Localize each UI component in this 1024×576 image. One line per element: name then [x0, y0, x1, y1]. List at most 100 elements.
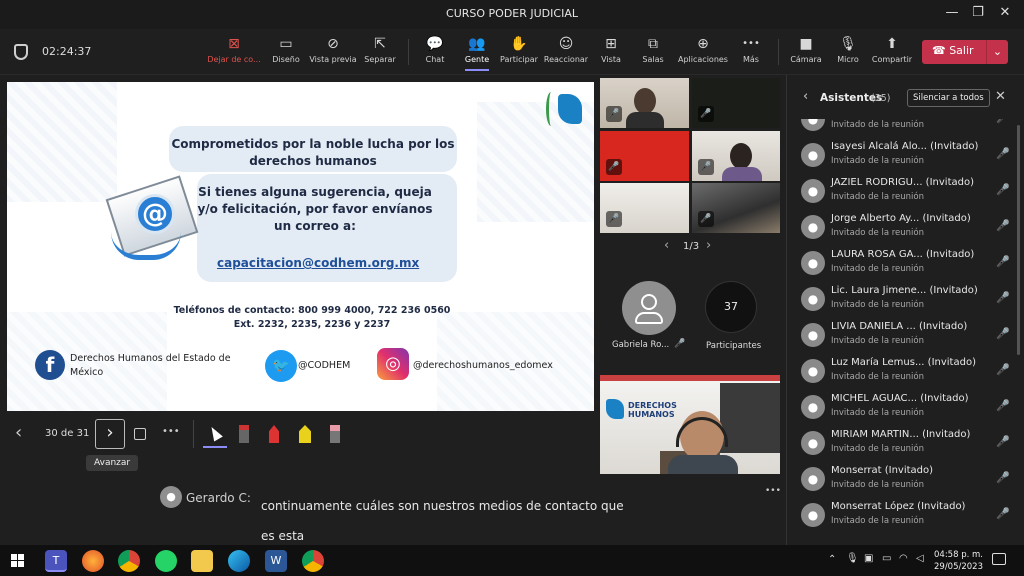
chat-button[interactable]: 💬 Chat [418, 33, 452, 64]
plus-icon: ⊕ [697, 36, 709, 52]
whatsapp-taskbar-icon[interactable] [155, 550, 177, 572]
back-button[interactable]: ‹ [803, 89, 808, 104]
file-explorer-taskbar-icon[interactable] [191, 550, 213, 572]
speaker-avatar: ● [160, 486, 182, 508]
react-label: Reaccionar [543, 55, 589, 64]
rooms-button[interactable]: ⧉ Salas [639, 33, 667, 64]
attendee-role: Invitado de la reunión [831, 516, 924, 526]
leave-button[interactable]: ☎ Salir ⌄ [922, 40, 1008, 64]
notifications-icon[interactable] [992, 553, 1006, 565]
camera-button[interactable]: ■ Cámara [789, 33, 823, 64]
tray-camera-icon[interactable]: ▣ [864, 553, 873, 564]
muted-mic-icon[interactable]: 🎤 [996, 183, 1010, 196]
muted-mic-icon[interactable]: 🎤 [996, 219, 1010, 232]
pop-out-icon: ⇱ [374, 36, 386, 52]
muted-mic-icon[interactable]: 🎤 [996, 255, 1010, 268]
attendee-name: JAZIEL RODRIGU... (Invitado) [831, 177, 974, 188]
word-taskbar-icon[interactable]: W [265, 550, 287, 572]
eraser-icon[interactable] [330, 425, 340, 443]
previous-slide-button[interactable]: ‹ [15, 422, 22, 443]
grid-next-page[interactable]: › [706, 238, 711, 253]
muted-mic-icon[interactable]: 🎤 [996, 119, 1010, 124]
panel-scrollbar[interactable] [1017, 125, 1020, 355]
tray-chevron-icon[interactable]: ⌃ [828, 554, 836, 565]
raise-hand-button[interactable]: ✋ Participar [500, 33, 538, 64]
video-tile[interactable]: 🎤 [692, 183, 780, 233]
volume-icon[interactable]: ◁ [916, 553, 924, 564]
email-link[interactable]: capacitacion@codhem.org.mx [217, 256, 419, 270]
red-pen-icon[interactable] [269, 425, 279, 443]
teams-taskbar-icon[interactable]: T [45, 550, 67, 572]
minimize-button[interactable]: — [942, 5, 962, 23]
close-panel-button[interactable]: ✕ [995, 89, 1006, 104]
attendee-row[interactable]: ● Luz María Lemus... (Invitado) Invitado d… [787, 353, 1024, 389]
mute-all-button[interactable]: Silenciar a todos [907, 89, 990, 107]
firefox-taskbar-icon[interactable] [82, 550, 104, 572]
edge-taskbar-icon[interactable] [228, 550, 250, 572]
muted-mic-icon[interactable]: 🎤 [996, 147, 1010, 160]
share-button[interactable]: ⬆ Compartir [870, 33, 914, 64]
muted-mic-icon[interactable]: 🎤 [996, 507, 1010, 520]
muted-mic-icon[interactable]: 🎤 [996, 435, 1010, 448]
next-slide-button[interactable]: › [95, 419, 125, 449]
apps-button[interactable]: ⊕ Aplicaciones [676, 33, 730, 64]
pen-tool-icon[interactable] [239, 425, 249, 443]
wifi-icon[interactable]: ◠ [899, 553, 908, 564]
muted-mic-icon[interactable]: 🎤 [996, 471, 1010, 484]
attendee-row[interactable]: ● Invitado de la reunión 🎤 [787, 119, 1024, 137]
attendee-row[interactable]: ● Monserrat López (Invitado) Invitado de l… [787, 497, 1024, 533]
restore-button[interactable]: ❐ [968, 5, 988, 23]
people-button[interactable]: 👥 Gente [459, 33, 495, 71]
muted-mic-icon: 🎤 [698, 159, 714, 175]
participant-avatar[interactable] [622, 281, 676, 335]
attendee-row[interactable]: ● Jorge Alberto Ay... (Invitado) Invitado … [787, 209, 1024, 245]
preview-button[interactable]: ⊘ Vista previa [309, 33, 357, 64]
stop-share-icon: ⊠ [228, 36, 240, 52]
layout-button[interactable]: ▭ Diseño [268, 33, 304, 64]
attendee-row[interactable]: ● LIVIA DANIELA ... (Invitado) Invitado de… [787, 317, 1024, 353]
stop-sharing-button[interactable]: ⊠ Dejar de co... [205, 33, 263, 64]
muted-mic-icon: 🎤 [606, 106, 622, 122]
attendee-row[interactable]: ● MIRIAM MARTIN... (Invitado) Invitado de … [787, 425, 1024, 461]
battery-icon[interactable]: ▭ [882, 553, 891, 564]
grid-prev-page[interactable]: ‹ [664, 238, 669, 253]
attendee-row[interactable]: ● MICHEL AGUAC... (Invitado) Invitado de l… [787, 389, 1024, 425]
participants-count-badge[interactable]: 37 [705, 281, 757, 333]
attendee-row[interactable]: ● JAZIEL RODRIGU... (Invitado) Invitado de… [787, 173, 1024, 209]
video-tile[interactable]: 🎤 [600, 131, 689, 181]
attendee-avatar: ● [801, 431, 825, 455]
video-tile[interactable]: 🎤 [692, 131, 780, 181]
shield-icon [14, 44, 28, 60]
video-tile[interactable]: 🎤 [600, 183, 689, 233]
attendee-row[interactable]: ● LAURA ROSA GA... (Invitado) Invitado de … [787, 245, 1024, 281]
muted-mic-icon[interactable]: 🎤 [996, 399, 1010, 412]
presenter-video[interactable]: DERECHOS HUMANOS [600, 375, 780, 474]
highlighter-icon[interactable] [299, 425, 311, 443]
windows-start-icon[interactable] [11, 554, 24, 567]
more-slide-options[interactable]: ••• [162, 426, 180, 437]
close-window-button[interactable]: ✕ [995, 5, 1015, 23]
taskbar-clock[interactable]: 04:58 p. m. 29/05/2023 [934, 549, 983, 573]
slide-thumbnails-icon[interactable] [134, 428, 146, 440]
pop-out-button[interactable]: ⇱ Separar [362, 33, 398, 64]
chrome-taskbar-icon[interactable] [118, 550, 140, 572]
react-button[interactable]: ☺ Reaccionar [543, 33, 589, 64]
laser-pointer-tool[interactable] [203, 420, 227, 448]
video-tile[interactable]: 🎤 [600, 78, 689, 128]
attendee-row[interactable]: ● Monserrat (Invitado) Invitado de la reun… [787, 461, 1024, 497]
chrome-profile-taskbar-icon[interactable] [302, 550, 324, 572]
caption-more-button[interactable]: ••• [765, 486, 781, 496]
attendee-row[interactable]: ● Isayesi Alcalá Alo... (Invitado) Invitad… [787, 137, 1024, 173]
video-tile[interactable]: 🎤 [692, 78, 780, 128]
attendee-row[interactable]: ● Lic. Laura Jimene... (Invitado) Invitado… [787, 281, 1024, 317]
muted-mic-icon[interactable]: 🎤 [996, 291, 1010, 304]
attendee-name: MIRIAM MARTIN... (Invitado) [831, 429, 971, 440]
more-button[interactable]: ••• Más [738, 33, 764, 64]
leave-dropdown-button[interactable]: ⌄ [986, 40, 1008, 64]
view-button[interactable]: ⊞ Vista [597, 33, 625, 64]
muted-mic-icon[interactable]: 🎤 [996, 327, 1010, 340]
mic-button[interactable]: 🎙 Micro [834, 33, 862, 64]
muted-mic-icon[interactable]: 🎤 [996, 363, 1010, 376]
eye-off-icon: ⊘ [327, 36, 339, 52]
tray-mic-icon[interactable]: 🎙 [846, 553, 859, 564]
